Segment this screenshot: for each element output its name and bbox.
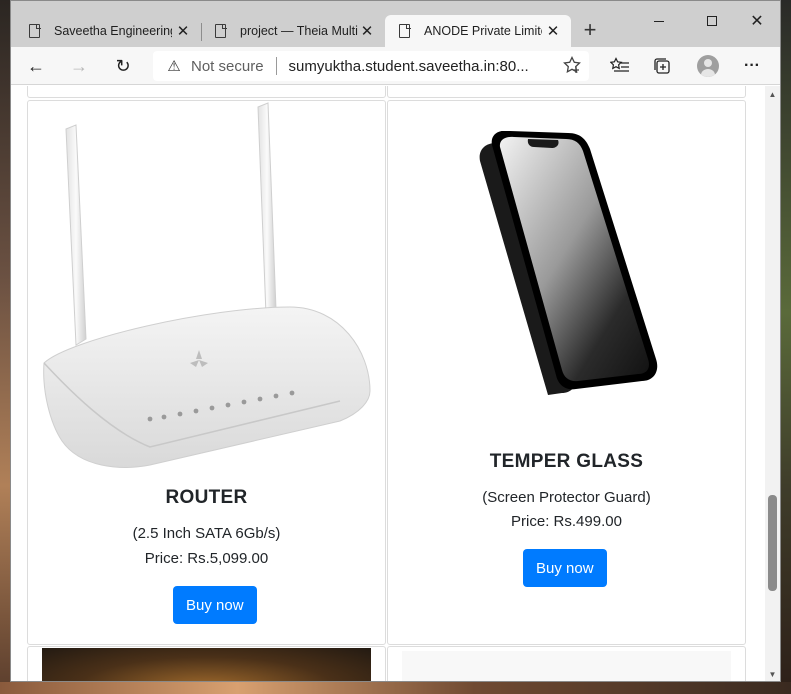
- tab-title: project — Theia Multi-: [240, 24, 358, 38]
- forward-button[interactable]: →: [66, 54, 92, 78]
- page-viewport: ROUTER (2.5 Inch SATA 6Gb/s) Price: Rs.5…: [11, 86, 780, 681]
- product-card-next-right: [387, 646, 746, 681]
- screen-protector-image: [479, 131, 658, 395]
- router-image: [43, 102, 371, 468]
- tab-saveetha-engineering[interactable]: Saveetha Engineering ✕: [15, 15, 201, 47]
- favorites-list-icon: [610, 57, 629, 72]
- settings-more-button[interactable]: ···: [739, 54, 765, 78]
- desktop-background-right: [781, 0, 791, 694]
- close-icon[interactable]: ✕: [175, 22, 191, 40]
- address-separator: [275, 57, 277, 75]
- product-card-previous-left: [27, 86, 386, 98]
- reload-icon: ↻: [115, 55, 131, 76]
- minimize-button[interactable]: [636, 7, 682, 35]
- profile-avatar[interactable]: [697, 55, 719, 77]
- browser-window: Saveetha Engineering ✕ project — Theia M…: [10, 0, 781, 682]
- close-icon[interactable]: ✕: [545, 22, 561, 40]
- product-card-router: ROUTER (2.5 Inch SATA 6Gb/s) Price: Rs.5…: [27, 100, 386, 645]
- desktop-background-bottom: [0, 682, 791, 694]
- address-bar[interactable]: ⚠ Not secure sumyuktha.student.saveetha.…: [153, 51, 589, 81]
- minimize-icon: [654, 20, 664, 22]
- maximize-icon: [707, 16, 717, 26]
- new-tab-button[interactable]: +: [579, 17, 601, 43]
- close-window-button[interactable]: ✕: [734, 7, 780, 35]
- forward-arrow-icon: →: [70, 55, 88, 76]
- close-icon: ✕: [750, 13, 764, 30]
- maximize-button[interactable]: [689, 7, 735, 35]
- page-icon: [399, 23, 411, 38]
- buy-now-button[interactable]: Buy now: [523, 549, 607, 587]
- product-card-next-left: [27, 646, 386, 681]
- product-description: (Screen Protector Guard): [482, 489, 651, 506]
- buy-now-button[interactable]: Buy now: [173, 586, 257, 624]
- reload-button[interactable]: ↻: [110, 54, 136, 78]
- scrollbar-thumb[interactable]: [768, 495, 777, 591]
- tab-title: ANODE Private Limited: [424, 24, 542, 38]
- favorites-button[interactable]: [607, 54, 633, 78]
- product-card-previous-right: [387, 86, 746, 98]
- product-name: ROUTER: [165, 487, 248, 508]
- product-description: (2.5 Inch SATA 6Gb/s): [132, 525, 281, 542]
- product-price: Price: Rs.5,099.00: [144, 550, 269, 567]
- collections-icon: [654, 58, 670, 74]
- product-name: TEMPER GLASS: [489, 451, 644, 472]
- product-image-partial: [42, 648, 371, 681]
- scroll-down-arrow-icon[interactable]: ▼: [768, 670, 777, 679]
- tab-title: Saveetha Engineering: [54, 24, 172, 38]
- tab-strip: Saveetha Engineering ✕ project — Theia M…: [11, 1, 780, 47]
- product-image-partial: [402, 651, 731, 681]
- browser-toolbar: ← → ↻ ⚠ Not secure sumyuktha.student.sav…: [11, 47, 780, 85]
- add-favorite-star-icon[interactable]: [563, 55, 581, 79]
- url-text[interactable]: sumyuktha.student.saveetha.in:80...: [289, 58, 529, 75]
- security-status[interactable]: Not secure: [191, 58, 264, 75]
- back-button[interactable]: ←: [23, 54, 49, 78]
- product-card-temper-glass: TEMPER GLASS (Screen Protector Guard) Pr…: [387, 100, 746, 645]
- tab-anode-private-limited[interactable]: ANODE Private Limited ✕: [385, 15, 571, 47]
- more-dots-icon: ···: [744, 57, 760, 74]
- tab-project-theia[interactable]: project — Theia Multi- ✕: [201, 15, 385, 47]
- vertical-scrollbar[interactable]: ▲ ▼: [765, 86, 780, 681]
- back-arrow-icon: ←: [27, 55, 45, 76]
- page-icon: [29, 23, 41, 38]
- desktop-background-left: [0, 0, 10, 694]
- collections-button[interactable]: [649, 54, 675, 78]
- scroll-up-arrow-icon[interactable]: ▲: [768, 90, 777, 99]
- product-price: Price: Rs.499.00: [511, 513, 622, 530]
- warning-icon[interactable]: ⚠: [165, 57, 183, 75]
- close-icon[interactable]: ✕: [359, 22, 375, 40]
- page-icon: [215, 23, 227, 38]
